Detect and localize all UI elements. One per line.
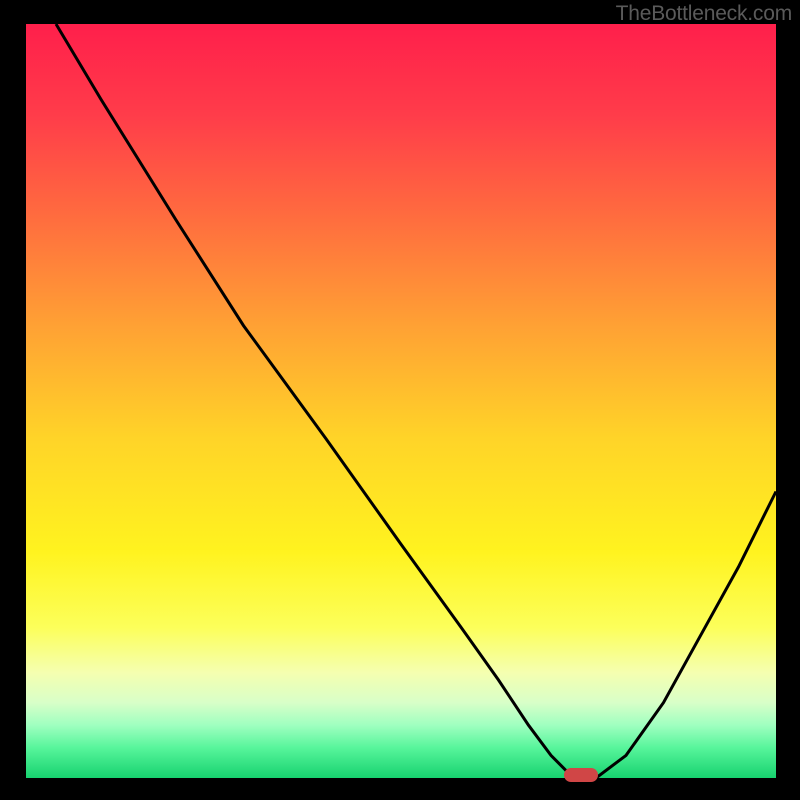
plot-background [26, 24, 776, 778]
watermark-text: TheBottleneck.com [616, 2, 792, 26]
chart-container: TheBottleneck.com [0, 0, 800, 800]
bottleneck-chart [0, 0, 800, 800]
optimal-marker [564, 768, 598, 782]
